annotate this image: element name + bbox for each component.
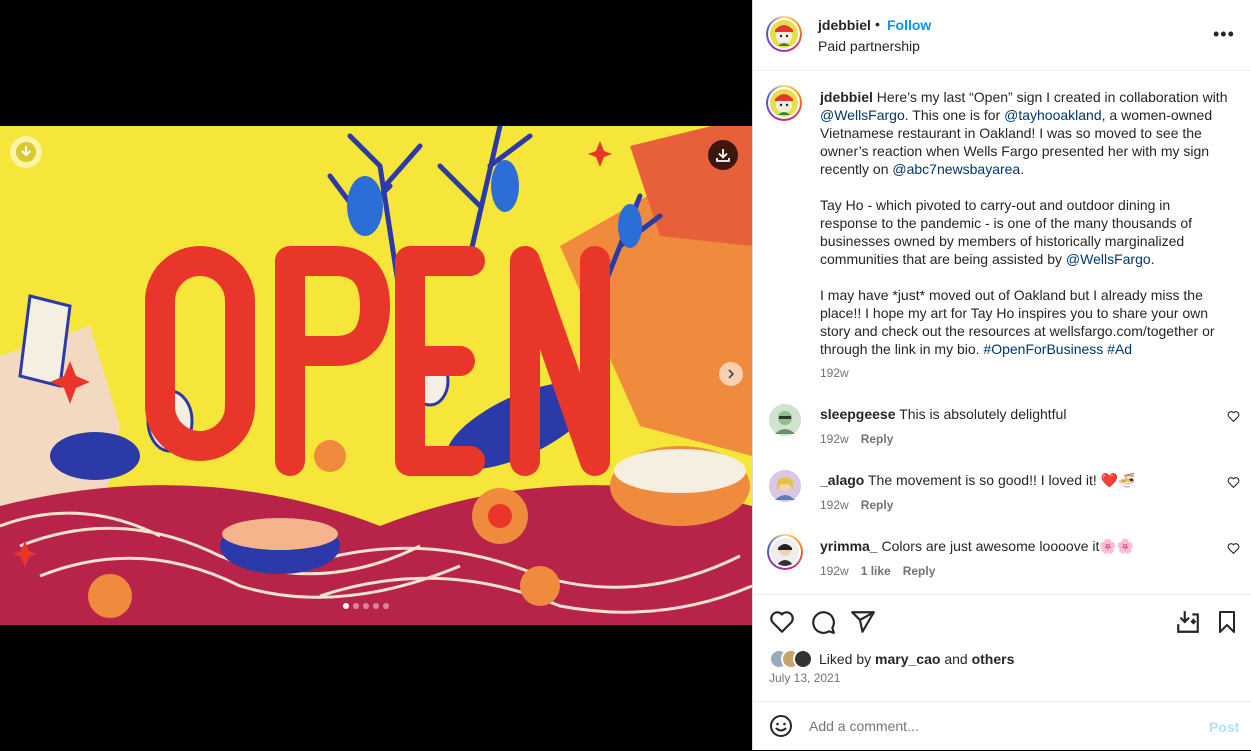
download-icon [16,142,36,162]
likes-prefix: Liked by [819,651,876,667]
post-side-panel: jdebbiel • Follow Paid partnership ••• j… [752,0,1251,750]
download-icon [716,149,730,162]
hashtag-link[interactable]: #OpenForBusiness [983,341,1103,357]
save-image-button[interactable] [10,136,42,168]
mention-link[interactable]: @WellsFargo [1066,251,1151,267]
commenter-avatar[interactable] [769,470,801,502]
comment-text: This is absolutely delightful [899,406,1067,422]
post-date[interactable]: July 13, 2021 [769,671,840,685]
carousel-dot [343,603,349,609]
comment-username[interactable]: sleepgeese [820,406,896,422]
carousel-dot [383,603,389,609]
post-actions-bar [753,594,1251,645]
likes-summary[interactable]: Liked by mary_cao and others [769,649,1014,669]
download-media-button[interactable] [708,140,738,170]
follow-button[interactable]: Follow [887,17,931,33]
caption-text: jdebbiel Here’s my last “Open” sign I cr… [820,88,1230,358]
caption-line: . [1150,251,1155,267]
caption-line: . [1020,161,1025,177]
mention-link[interactable]: @abc7newsbayarea [892,161,1020,177]
carousel-dot [353,603,359,609]
caption-avatar[interactable] [766,85,802,121]
post-image[interactable] [0,126,752,625]
comment-timestamp[interactable]: 192w [820,564,849,578]
carousel-dot [363,603,369,609]
separator-dot: • [875,16,880,32]
comment-username[interactable]: _alago [820,472,864,488]
add-comment-input[interactable] [809,718,1169,734]
chevron-right-icon [728,369,735,379]
like-comment-heart-icon[interactable] [1227,542,1240,555]
comment-item: sleepgeese This is absolutely delightful… [753,404,1251,464]
reply-button[interactable]: Reply [861,498,894,512]
caption-username[interactable]: jdebbiel [820,89,873,105]
hashtag-link[interactable]: #Ad [1107,341,1132,357]
mention-link[interactable]: @tayhooakland [1004,107,1102,123]
post-caption: jdebbiel Here’s my last “Open” sign I cr… [753,70,1251,392]
carousel-dot [373,603,379,609]
mention-link[interactable]: @WellsFargo [820,107,905,123]
comment-text: The movement is so good!! I loved it! ❤️… [868,472,1136,488]
author-avatar[interactable] [766,16,802,52]
paid-partnership-label[interactable]: Paid partnership [818,38,920,54]
caption-line: Here’s my last “Open” sign I created in … [876,89,1228,105]
like-heart-icon[interactable] [769,609,795,635]
save-bookmark-icon[interactable] [1215,609,1239,635]
post-header: jdebbiel • Follow Paid partnership ••• [753,0,1251,71]
caption-timestamp[interactable]: 192w [820,366,849,380]
download-tray-icon[interactable] [1175,609,1201,635]
likes-and: and [940,651,972,667]
carousel-next-button[interactable] [719,362,743,386]
post-media-viewer [0,0,752,750]
post-comment-button[interactable]: Post [1209,719,1239,735]
likes-others-link[interactable]: others [972,651,1015,667]
commenter-avatar[interactable] [767,534,803,570]
open-sign-artwork [0,126,752,625]
liker-avatar [793,649,813,669]
comment-timestamp[interactable]: 192w [820,432,849,446]
caption-line: . This one is for [904,107,1005,123]
comment-like-count[interactable]: 1 like [861,564,891,578]
comment-timestamp[interactable]: 192w [820,498,849,512]
liker-username[interactable]: mary_cao [875,651,940,667]
share-paper-plane-icon[interactable] [850,609,876,635]
emoji-smiley-icon[interactable] [769,714,793,738]
comment-bubble-icon[interactable] [810,609,836,635]
comment-item: _alago The movement is so good!! I loved… [753,470,1251,530]
comment-username[interactable]: yrimma_ [820,538,878,554]
add-comment-bar: Post [753,701,1251,751]
comment-item: yrimma_ Colors are just awesome loooove … [753,534,1251,596]
author-username[interactable]: jdebbiel [818,17,871,33]
carousel-indicator [343,603,389,609]
reply-button[interactable]: Reply [903,564,936,578]
like-comment-heart-icon[interactable] [1227,410,1240,423]
like-comment-heart-icon[interactable] [1227,476,1240,489]
more-options-icon[interactable]: ••• [1213,24,1235,45]
comment-text: Colors are just awesome loooove it🌸🌸 [881,538,1135,554]
commenter-avatar[interactable] [769,404,801,436]
reply-button[interactable]: Reply [861,432,894,446]
